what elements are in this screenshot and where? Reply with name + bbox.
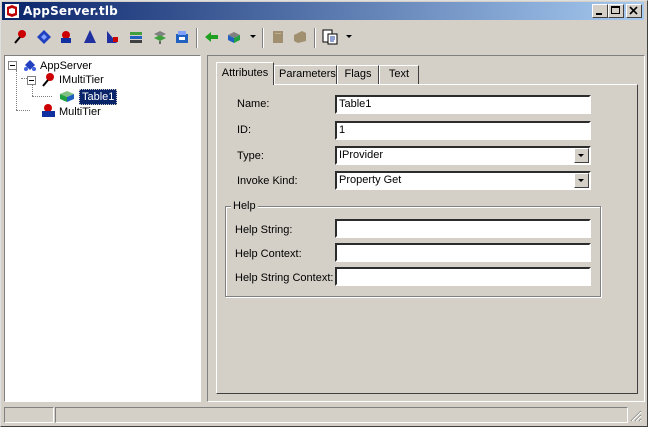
status-panel: [55, 407, 628, 423]
coclass-icon: [42, 104, 55, 117]
type-select[interactable]: IProvider: [335, 146, 591, 165]
tree-item-label: IMultiTier: [59, 74, 104, 86]
invoke-kind-select-value: Property Get: [339, 174, 402, 186]
new-module-button[interactable]: [172, 27, 192, 47]
export-icon: [322, 29, 338, 45]
tree-connector: [16, 70, 17, 110]
export-button[interactable]: [320, 27, 340, 47]
new-method-icon: [205, 32, 218, 42]
property-dropdown-arrow[interactable]: [250, 35, 256, 38]
new-interface-icon: [14, 30, 26, 44]
interface-icon: [42, 73, 54, 87]
help-string-context-label: Help String Context:: [235, 272, 334, 284]
toolbar-separator: [314, 28, 316, 48]
tab-text[interactable]: Text: [379, 65, 419, 84]
new-union-button[interactable]: [150, 27, 170, 47]
help-string-context-field[interactable]: [335, 267, 591, 286]
toolbar-separator: [196, 28, 198, 48]
minimize-button[interactable]: [592, 4, 608, 18]
help-context-field[interactable]: [335, 243, 591, 262]
id-label: ID:: [237, 124, 252, 136]
tree-connector: [32, 96, 52, 97]
toolbar-separator: [262, 28, 264, 48]
title-bar[interactable]: AppServer.tlb: [2, 2, 644, 20]
name-field[interactable]: Table1: [335, 95, 591, 114]
close-icon: [629, 6, 638, 15]
close-button[interactable]: [626, 4, 642, 18]
window-title: AppServer.tlb: [23, 4, 118, 18]
refresh-button[interactable]: [268, 27, 288, 47]
new-coclass-icon: [61, 31, 71, 43]
export-dropdown-arrow[interactable]: [346, 35, 352, 38]
type-label: Type:: [237, 150, 264, 162]
chevron-down-icon[interactable]: [574, 173, 589, 188]
help-group-label: Help: [231, 200, 258, 212]
property-icon: [60, 91, 74, 102]
type-library-tree[interactable]: AppServer IMultiTier Table1 MultiTier: [4, 55, 201, 402]
new-module-icon: [176, 31, 188, 43]
minimize-icon: [596, 13, 602, 15]
name-label: Name:: [237, 98, 270, 110]
register-icon: [294, 31, 306, 43]
tree-item-label: MultiTier: [59, 106, 101, 118]
new-enum-button[interactable]: [80, 27, 100, 47]
maximize-button[interactable]: [608, 4, 624, 18]
collapse-toggle[interactable]: [8, 61, 17, 70]
pane-splitter[interactable]: [201, 55, 206, 402]
maximize-icon: [611, 6, 620, 14]
new-dispinterface-icon: [37, 30, 51, 44]
status-panel: [4, 407, 54, 423]
new-dispinterface-button[interactable]: [34, 27, 54, 47]
collapse-toggle[interactable]: [27, 76, 36, 85]
tree-connector: [32, 84, 33, 96]
new-enum-icon: [84, 30, 96, 43]
tree-item-label: AppServer: [40, 60, 92, 72]
new-property-button[interactable]: [224, 27, 244, 47]
new-record-icon: [130, 32, 142, 43]
help-context-label: Help Context:: [235, 248, 302, 260]
tab-attributes[interactable]: Attributes: [216, 62, 274, 85]
new-method-button[interactable]: [202, 27, 222, 47]
new-interface-button[interactable]: [10, 27, 30, 47]
type-select-value: IProvider: [339, 149, 384, 161]
tab-flags[interactable]: Flags: [337, 65, 379, 84]
new-property-icon: [228, 32, 240, 43]
help-string-label: Help String:: [235, 224, 293, 236]
toolbar: [2, 24, 644, 52]
new-record-button[interactable]: [126, 27, 146, 47]
help-string-field[interactable]: [335, 219, 591, 238]
typelib-icon: [5, 4, 19, 18]
resize-grip-icon[interactable]: [630, 410, 642, 422]
tree-item-label: Table1: [79, 89, 118, 105]
tree-connector: [16, 110, 30, 111]
register-button[interactable]: [290, 27, 310, 47]
new-union-icon: [154, 31, 166, 44]
chevron-down-icon[interactable]: [574, 148, 589, 163]
tab-parameters[interactable]: Parameters: [274, 65, 337, 84]
invoke-kind-select[interactable]: Property Get: [335, 171, 591, 190]
new-alias-icon: [107, 31, 118, 43]
new-alias-button[interactable]: [102, 27, 122, 47]
invoke-kind-label: Invoke Kind:: [237, 175, 298, 187]
new-coclass-button[interactable]: [56, 27, 76, 47]
status-bar: [2, 405, 644, 424]
typelib-icon: [24, 60, 36, 71]
id-field[interactable]: 1: [335, 121, 591, 140]
refresh-icon: [273, 31, 283, 43]
